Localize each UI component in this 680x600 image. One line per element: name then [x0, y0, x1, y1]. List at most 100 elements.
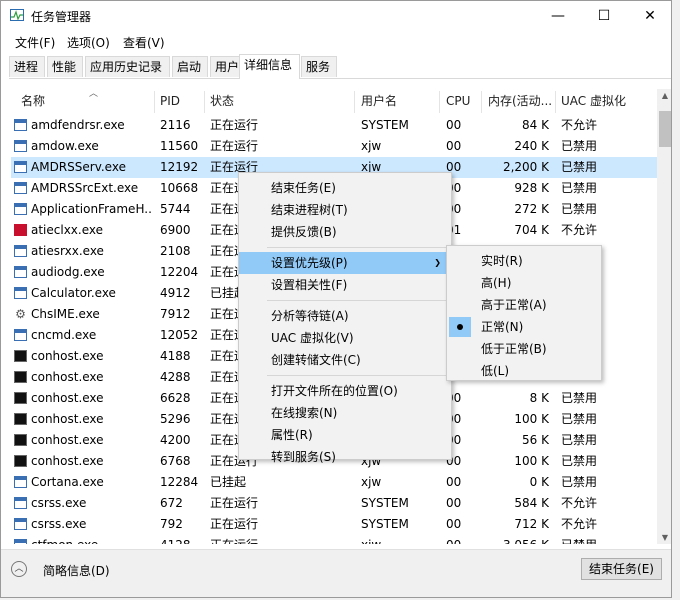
priority-submenu-item[interactable]: 正常(N)	[447, 316, 601, 338]
table-row[interactable]: Cortana.exe 12284 已挂起 xjw 00 0 K 已禁用	[11, 472, 657, 493]
close-button[interactable]: ✕	[627, 1, 671, 31]
tab-startup[interactable]: 启动	[172, 56, 208, 77]
cell-pid: 12052	[160, 328, 199, 342]
window-icon	[14, 266, 27, 278]
footer-bar: ︿ 简略信息(D) 结束任务(E)	[1, 549, 671, 597]
cell-name: conhost.exe	[31, 391, 104, 405]
cell-uac: 不允许	[561, 517, 598, 531]
cell-cpu: 00	[446, 517, 462, 531]
priority-submenu-item-label: 实时(R)	[481, 254, 523, 268]
cell-name: amdow.exe	[31, 139, 99, 153]
context-menu-item[interactable]: UAC 虚拟化(V)	[239, 327, 451, 349]
tab-services[interactable]: 服务	[301, 56, 337, 77]
scroll-down-icon[interactable]: ▼	[657, 533, 671, 542]
window-icon	[14, 518, 27, 530]
cell-user: SYSTEM	[361, 496, 409, 510]
column-memory[interactable]: 内存(活动...	[488, 89, 554, 113]
priority-submenu-item-label: 高(H)	[481, 276, 512, 290]
table-row[interactable]: csrss.exe 792 正在运行 SYSTEM 00 712 K 不允许	[11, 514, 657, 535]
cell-status: 正在运行	[210, 139, 259, 153]
priority-submenu-item[interactable]: 高于正常(A)	[447, 294, 601, 316]
cell-name: csrss.exe	[31, 517, 87, 531]
priority-submenu-item-label: 正常(N)	[481, 320, 524, 334]
cell-mem: 100 K	[514, 454, 549, 468]
vertical-scrollbar[interactable]: ▲ ▼	[657, 89, 671, 544]
column-status[interactable]: 状态	[210, 89, 234, 113]
priority-submenu-item[interactable]: 低于正常(B)	[447, 338, 601, 360]
window-icon	[14, 203, 27, 215]
cell-name: audiodg.exe	[31, 265, 105, 279]
context-menu-item[interactable]: 创建转储文件(C)	[239, 349, 451, 371]
tab-app-history[interactable]: 应用历史记录	[85, 56, 170, 77]
tab-performance[interactable]: 性能	[47, 56, 83, 77]
cell-mem: 928 K	[514, 181, 549, 195]
table-row[interactable]: ctfmon.exe 4128 正在运行 xjw 003,056 K 已禁用	[11, 535, 657, 544]
cell-mem: 84 K	[522, 118, 549, 132]
cell-pid: 2116	[160, 118, 191, 132]
cell-pid: 4288	[160, 370, 191, 384]
priority-submenu-item[interactable]: 高(H)	[447, 272, 601, 294]
priority-submenu-item[interactable]: 实时(R)	[447, 250, 601, 272]
cell-pid: 6900	[160, 223, 191, 237]
table-row[interactable]: amdfendrsr.exe 2116 正在运行 SYSTEM 00 84 K 不允许	[11, 115, 657, 136]
cell-status: 已挂起	[210, 475, 247, 489]
tab-details[interactable]: 详细信息	[239, 54, 300, 79]
cell-uac: 已禁用	[561, 139, 598, 153]
collapse-chevron-icon[interactable]: ︿	[11, 561, 27, 577]
menu-options[interactable]: 选项(O)	[67, 34, 110, 51]
window-icon	[14, 476, 27, 488]
tab-processes[interactable]: 进程	[9, 56, 45, 77]
window-title: 任务管理器	[31, 10, 92, 24]
menu-view[interactable]: 查看(V)	[123, 34, 165, 51]
priority-submenu-item[interactable]: 低(L)	[447, 360, 601, 382]
context-menu-item-label: 分析等待链(A)	[271, 309, 349, 323]
context-menu-item[interactable]: 结束进程树(T)	[239, 199, 451, 221]
cell-pid: 4912	[160, 286, 191, 300]
table-row[interactable]: csrss.exe 672 正在运行 SYSTEM 00 584 K 不允许	[11, 493, 657, 514]
cell-name: amdfendrsr.exe	[31, 118, 125, 132]
cell-pid: 12204	[160, 265, 199, 279]
maximize-button[interactable]: ☐	[581, 1, 627, 31]
cell-uac: 不允许	[561, 118, 598, 132]
cell-mem: 584 K	[514, 496, 549, 510]
scroll-up-icon[interactable]: ▲	[657, 91, 671, 100]
cell-user: xjw	[361, 139, 382, 153]
cell-pid: 12284	[160, 475, 199, 489]
context-menu-item[interactable]: 结束任务(E)	[239, 177, 451, 199]
column-uac[interactable]: UAC 虚拟化	[561, 89, 626, 113]
column-pid[interactable]: PID	[160, 89, 180, 113]
cell-pid: 11560	[160, 139, 199, 153]
cell-status: 正在运行	[210, 496, 259, 510]
cell-user: xjw	[361, 535, 437, 544]
column-username[interactable]: 用户名	[361, 89, 397, 113]
context-menu-item[interactable]: 设置相关性(F)	[239, 274, 451, 296]
fewer-details-link[interactable]: 简略信息(D)	[43, 562, 110, 579]
context-menu-item[interactable]: 打开文件所在的位置(O)	[239, 380, 451, 402]
context-menu-item-label: UAC 虚拟化(V)	[271, 331, 354, 345]
menu-file[interactable]: 文件(F)	[15, 34, 55, 51]
end-task-button[interactable]: 结束任务(E)	[581, 558, 662, 580]
context-menu-item[interactable]: 设置优先级(P) ❯	[239, 252, 451, 274]
context-menu-item-label: 在线搜索(N)	[271, 406, 338, 420]
context-menu-item-label: 创建转储文件(C)	[271, 353, 361, 367]
context-menu-item[interactable]: 在线搜索(N)	[239, 402, 451, 424]
cell-uac: 已禁用	[561, 475, 598, 489]
column-cpu[interactable]: CPU	[446, 89, 470, 113]
cell-name: conhost.exe	[31, 412, 104, 426]
minimize-button[interactable]: —	[535, 1, 581, 31]
cell-name: csrss.exe	[31, 496, 87, 510]
column-name[interactable]: 名称 ︿	[21, 89, 98, 113]
cell-mem: 2,200 K	[502, 160, 549, 174]
radio-dot-icon	[457, 324, 463, 330]
cell-pid: 4128	[160, 535, 204, 544]
cell-mem: 3,056 K	[481, 535, 549, 544]
context-menu-item[interactable]: 分析等待链(A)	[239, 305, 451, 327]
context-menu-item[interactable]: 提供反馈(B)	[239, 221, 451, 243]
table-row[interactable]: amdow.exe 11560 正在运行 xjw 00 240 K 已禁用	[11, 136, 657, 157]
context-menu-item[interactable]: 属性(R)	[239, 424, 451, 446]
priority-submenu: 实时(R) 高(H) 高于正常(A) 正常(N) 低于正常(B) 低(L)	[446, 245, 602, 381]
cell-pid: 2108	[160, 244, 191, 258]
scrollbar-thumb[interactable]	[659, 111, 671, 147]
cell-pid: 6768	[160, 454, 191, 468]
context-menu-item[interactable]: 转到服务(S)	[239, 446, 451, 468]
